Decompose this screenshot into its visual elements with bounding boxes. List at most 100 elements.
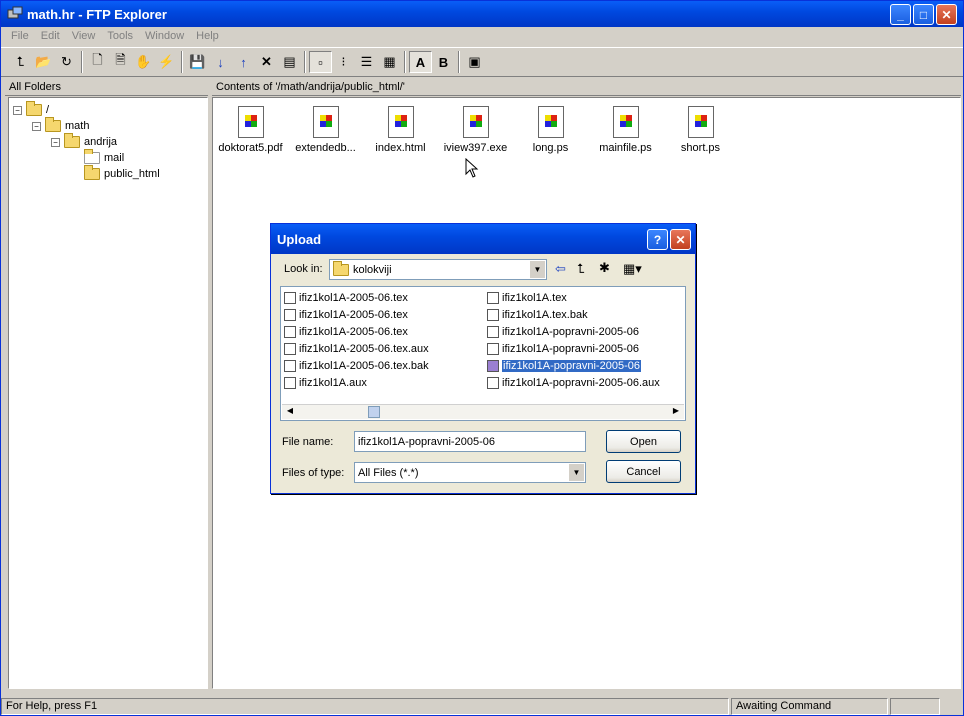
look-in-dropdown[interactable]: kolokviji ▼ <box>329 259 547 280</box>
open-folder-icon[interactable]: 📂 <box>32 51 55 73</box>
list-view-icon[interactable]: ☰ <box>355 51 378 73</box>
maximize-button[interactable]: □ <box>913 4 934 25</box>
scroll-thumb[interactable] <box>368 406 380 418</box>
file-item[interactable]: doktorat5.pdf <box>213 106 288 154</box>
chevron-down-icon[interactable]: ▼ <box>530 261 545 278</box>
chevron-down-icon[interactable]: ▼ <box>569 464 584 481</box>
file-icon <box>487 326 499 338</box>
minimize-button[interactable]: _ <box>890 4 911 25</box>
list-item[interactable]: ifiz1kol1A.tex <box>487 290 567 306</box>
list-item[interactable]: ifiz1kol1A.aux <box>284 375 367 391</box>
tree-label: mail <box>104 152 125 164</box>
file-icon <box>487 309 499 321</box>
open-folder-icon <box>84 165 100 180</box>
scroll-left-icon[interactable]: ◀ <box>283 406 297 418</box>
delete-item-icon[interactable]: 🗎 <box>109 51 132 73</box>
file-item[interactable]: extendedb... <box>288 106 363 154</box>
list-item[interactable]: ifiz1kol1A-2005-06.tex <box>284 307 408 323</box>
status-state: Awaiting Command <box>731 698 888 715</box>
lightning-icon[interactable]: ⚡ <box>155 51 178 73</box>
up-folder-icon[interactable]: ⮤ <box>9 51 32 73</box>
file-item[interactable]: index.html <box>363 106 438 154</box>
view-menu-icon[interactable]: ▦▾ <box>623 261 642 277</box>
details-view-icon[interactable]: ▦ <box>378 51 401 73</box>
menu-window[interactable]: Window <box>139 30 190 42</box>
file-icon <box>537 106 564 138</box>
dialog-title: Upload <box>271 224 695 254</box>
folder-icon <box>64 133 80 148</box>
file-item[interactable]: short.ps <box>663 106 738 154</box>
list-item[interactable]: ifiz1kol1A-popravni-2005-06.aux <box>487 375 660 391</box>
file-icon <box>284 326 296 338</box>
file-icon <box>237 106 264 138</box>
tree-node-andrija[interactable]: − andrija <box>51 133 118 150</box>
file-icon <box>612 106 639 138</box>
list-item[interactable]: ifiz1kol1A-2005-06.tex.bak <box>284 358 429 374</box>
menu-file[interactable]: File <box>5 30 35 42</box>
tree-node-root[interactable]: − / <box>13 101 49 118</box>
file-icon <box>387 106 414 138</box>
list-item[interactable]: ifiz1kol1A-popravni-2005-06 <box>487 341 639 357</box>
ascii-mode-button[interactable]: A <box>409 51 432 73</box>
close-button[interactable]: ✕ <box>936 4 957 25</box>
log-icon[interactable]: ▣ <box>463 51 486 73</box>
list-item[interactable]: ifiz1kol1A-2005-06.tex <box>284 324 408 340</box>
collapse-icon[interactable]: − <box>51 137 60 147</box>
list-item[interactable]: ifiz1kol1A-2005-06.tex.aux <box>284 341 429 357</box>
save-icon[interactable]: 💾 <box>186 51 209 73</box>
collapse-icon[interactable]: − <box>13 105 22 115</box>
stop-icon[interactable]: ✋ <box>132 51 155 73</box>
folder-icon <box>45 117 61 132</box>
file-item[interactable]: mainfile.ps <box>588 106 663 154</box>
file-item[interactable]: long.ps <box>513 106 588 154</box>
upload-icon[interactable]: ↑ <box>232 51 255 73</box>
file-icon <box>284 360 296 372</box>
download-icon[interactable]: ↓ <box>209 51 232 73</box>
horizontal-scrollbar[interactable]: ◀ ▶ <box>282 404 684 419</box>
list-item-selected[interactable]: ifiz1kol1A-popravni-2005-06 <box>487 358 641 374</box>
small-icons-view-icon[interactable]: ⁝ <box>332 51 355 73</box>
status-bar: For Help, press F1 Awaiting Command <box>1 697 963 716</box>
tree-node-public-html[interactable]: public_html <box>84 165 160 182</box>
list-item[interactable]: ifiz1kol1A-2005-06.tex <box>284 290 408 306</box>
collapse-icon[interactable]: − <box>32 121 41 131</box>
open-button[interactable]: Open <box>606 430 681 453</box>
window-title: math.hr - FTP Explorer <box>27 6 167 22</box>
list-item[interactable]: ifiz1kol1A.tex.bak <box>487 307 588 323</box>
menu-bar: File Edit View Tools Window Help <box>1 27 963 45</box>
mouse-cursor-icon <box>465 158 479 178</box>
tree-label: public_html <box>104 168 160 180</box>
menu-help[interactable]: Help <box>190 30 225 42</box>
binary-mode-button[interactable]: B <box>432 51 455 73</box>
file-name-input[interactable]: ifiz1kol1A-popravni-2005-06 <box>354 431 586 452</box>
file-type-label: Files of type: <box>282 467 345 479</box>
file-item[interactable]: iview397.exe <box>438 106 513 154</box>
delete-icon[interactable]: ✕ <box>255 51 278 73</box>
status-help: For Help, press F1 <box>1 698 729 715</box>
tree-label: andrija <box>84 136 118 148</box>
properties-icon[interactable]: ▤ <box>278 51 301 73</box>
folder-icon <box>333 260 349 276</box>
menu-view[interactable]: View <box>66 30 102 42</box>
file-list-box: ifiz1kol1A-2005-06.tex ifiz1kol1A-2005-0… <box>280 286 686 421</box>
cancel-button[interactable]: Cancel <box>606 460 681 483</box>
file-type-dropdown[interactable]: All Files (*.*) ▼ <box>354 462 586 483</box>
large-icons-view-icon[interactable]: ▫ <box>309 51 332 73</box>
contents-header: Contents of '/math/andrija/public_html/' <box>212 78 961 96</box>
tree-node-mail[interactable]: mail <box>84 149 125 166</box>
new-folder-icon[interactable]: ✱ <box>599 260 610 276</box>
folder-icon <box>84 149 100 164</box>
menu-edit[interactable]: Edit <box>35 30 66 42</box>
tree-node-math[interactable]: − math <box>32 117 89 134</box>
menu-tools[interactable]: Tools <box>101 30 139 42</box>
list-item[interactable]: ifiz1kol1A-popravni-2005-06 <box>487 324 639 340</box>
back-icon[interactable]: ⇦ <box>555 261 566 277</box>
dialog-help-button[interactable]: ? <box>647 229 668 250</box>
look-in-label: Look in: <box>284 263 323 275</box>
dialog-close-button[interactable]: ✕ <box>670 229 691 250</box>
scroll-right-icon[interactable]: ▶ <box>669 406 683 418</box>
folder-tree: − / − math − andrija mail public_html <box>8 97 208 689</box>
up-one-level-icon[interactable]: ⮤ <box>577 261 585 277</box>
new-item-icon[interactable]: 🗋 <box>86 51 109 73</box>
refresh-icon[interactable]: ↻ <box>55 51 78 73</box>
